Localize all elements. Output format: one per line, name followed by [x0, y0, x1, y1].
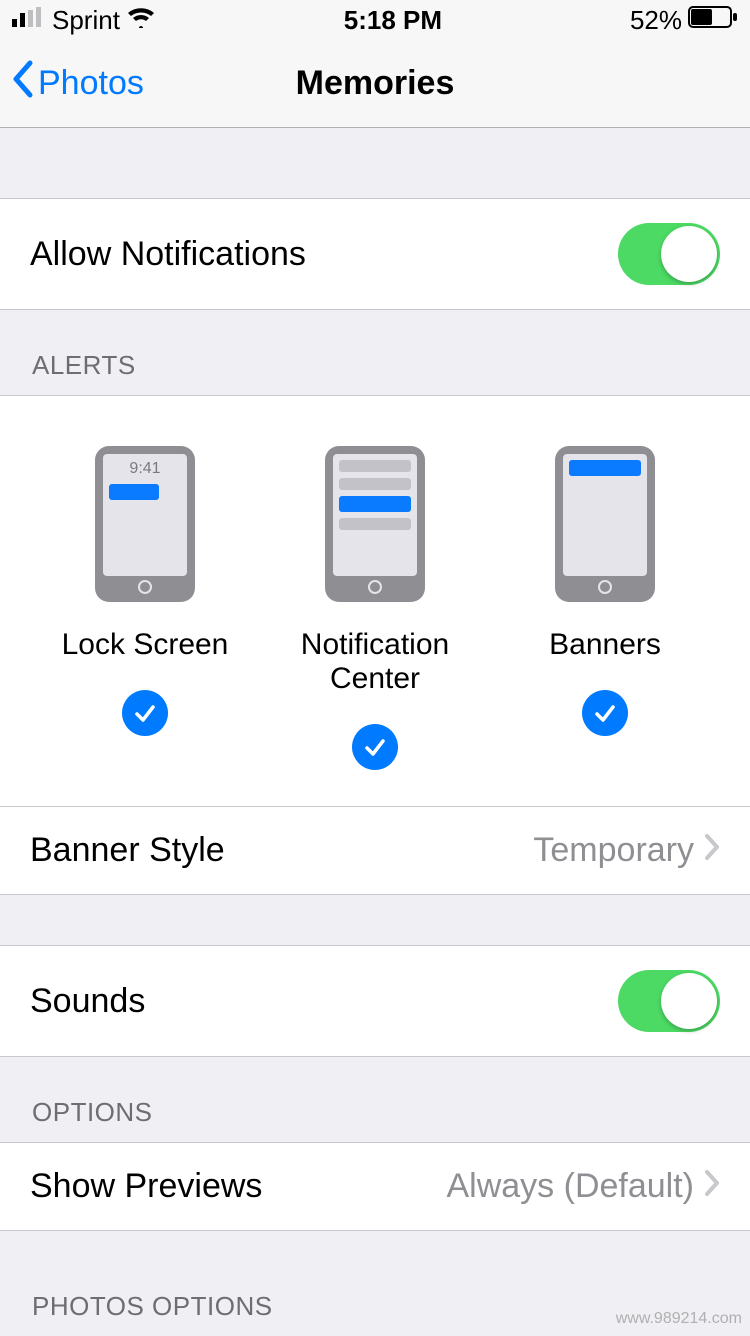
nav-bar: Photos Memories: [0, 40, 750, 128]
sample-time: 9:41: [109, 460, 181, 478]
alert-banners-label: Banners: [549, 628, 661, 662]
alert-lock-screen-check[interactable]: [122, 690, 168, 736]
alert-banners-check[interactable]: [582, 690, 628, 736]
options-header: OPTIONS: [0, 1057, 750, 1142]
status-left: Sprint: [12, 5, 156, 36]
sounds-toggle[interactable]: [618, 970, 720, 1032]
battery-icon: [688, 6, 738, 35]
chevron-left-icon: [10, 59, 34, 108]
alert-lock-screen-label: Lock Screen: [62, 628, 229, 662]
allow-notifications-toggle[interactable]: [618, 223, 720, 285]
chevron-right-icon: [704, 831, 720, 870]
back-button[interactable]: Photos: [0, 59, 144, 108]
lock-screen-preview-icon: 9:41: [95, 446, 195, 602]
wifi-icon: [126, 6, 156, 35]
show-previews-row[interactable]: Show Previews Always (Default): [0, 1142, 750, 1231]
banners-preview-icon: [555, 446, 655, 602]
alert-notification-center[interactable]: Notification Center: [261, 446, 489, 770]
notification-center-preview-icon: [325, 446, 425, 602]
banner-style-row[interactable]: Banner Style Temporary: [0, 806, 750, 895]
sounds-row: Sounds: [0, 945, 750, 1057]
signal-icon: [12, 6, 44, 34]
check-icon: [133, 701, 157, 725]
show-previews-value: Always (Default): [446, 1167, 694, 1206]
alert-notification-center-check[interactable]: [352, 724, 398, 770]
alert-lock-screen[interactable]: 9:41 Lock Screen: [31, 446, 259, 770]
status-time: 5:18 PM: [344, 5, 442, 36]
status-right: 52%: [630, 5, 738, 36]
alerts-panel: 9:41 Lock Screen Notification Center: [0, 395, 750, 806]
check-icon: [593, 701, 617, 725]
alert-notification-center-label: Notification Center: [261, 628, 489, 696]
banner-style-value: Temporary: [533, 831, 694, 870]
watermark: www.989214.com: [616, 1310, 742, 1328]
check-icon: [363, 735, 387, 759]
alert-banners[interactable]: Banners: [491, 446, 719, 770]
show-previews-label: Show Previews: [30, 1167, 262, 1206]
sounds-label: Sounds: [30, 982, 145, 1021]
back-label: Photos: [38, 64, 144, 103]
allow-notifications-row: Allow Notifications: [0, 198, 750, 310]
allow-notifications-label: Allow Notifications: [30, 235, 306, 274]
chevron-right-icon: [704, 1167, 720, 1206]
carrier-label: Sprint: [52, 5, 120, 36]
status-bar: Sprint 5:18 PM 52%: [0, 0, 750, 40]
battery-percent: 52%: [630, 5, 682, 36]
banner-style-label: Banner Style: [30, 831, 225, 870]
alerts-header: ALERTS: [0, 310, 750, 395]
